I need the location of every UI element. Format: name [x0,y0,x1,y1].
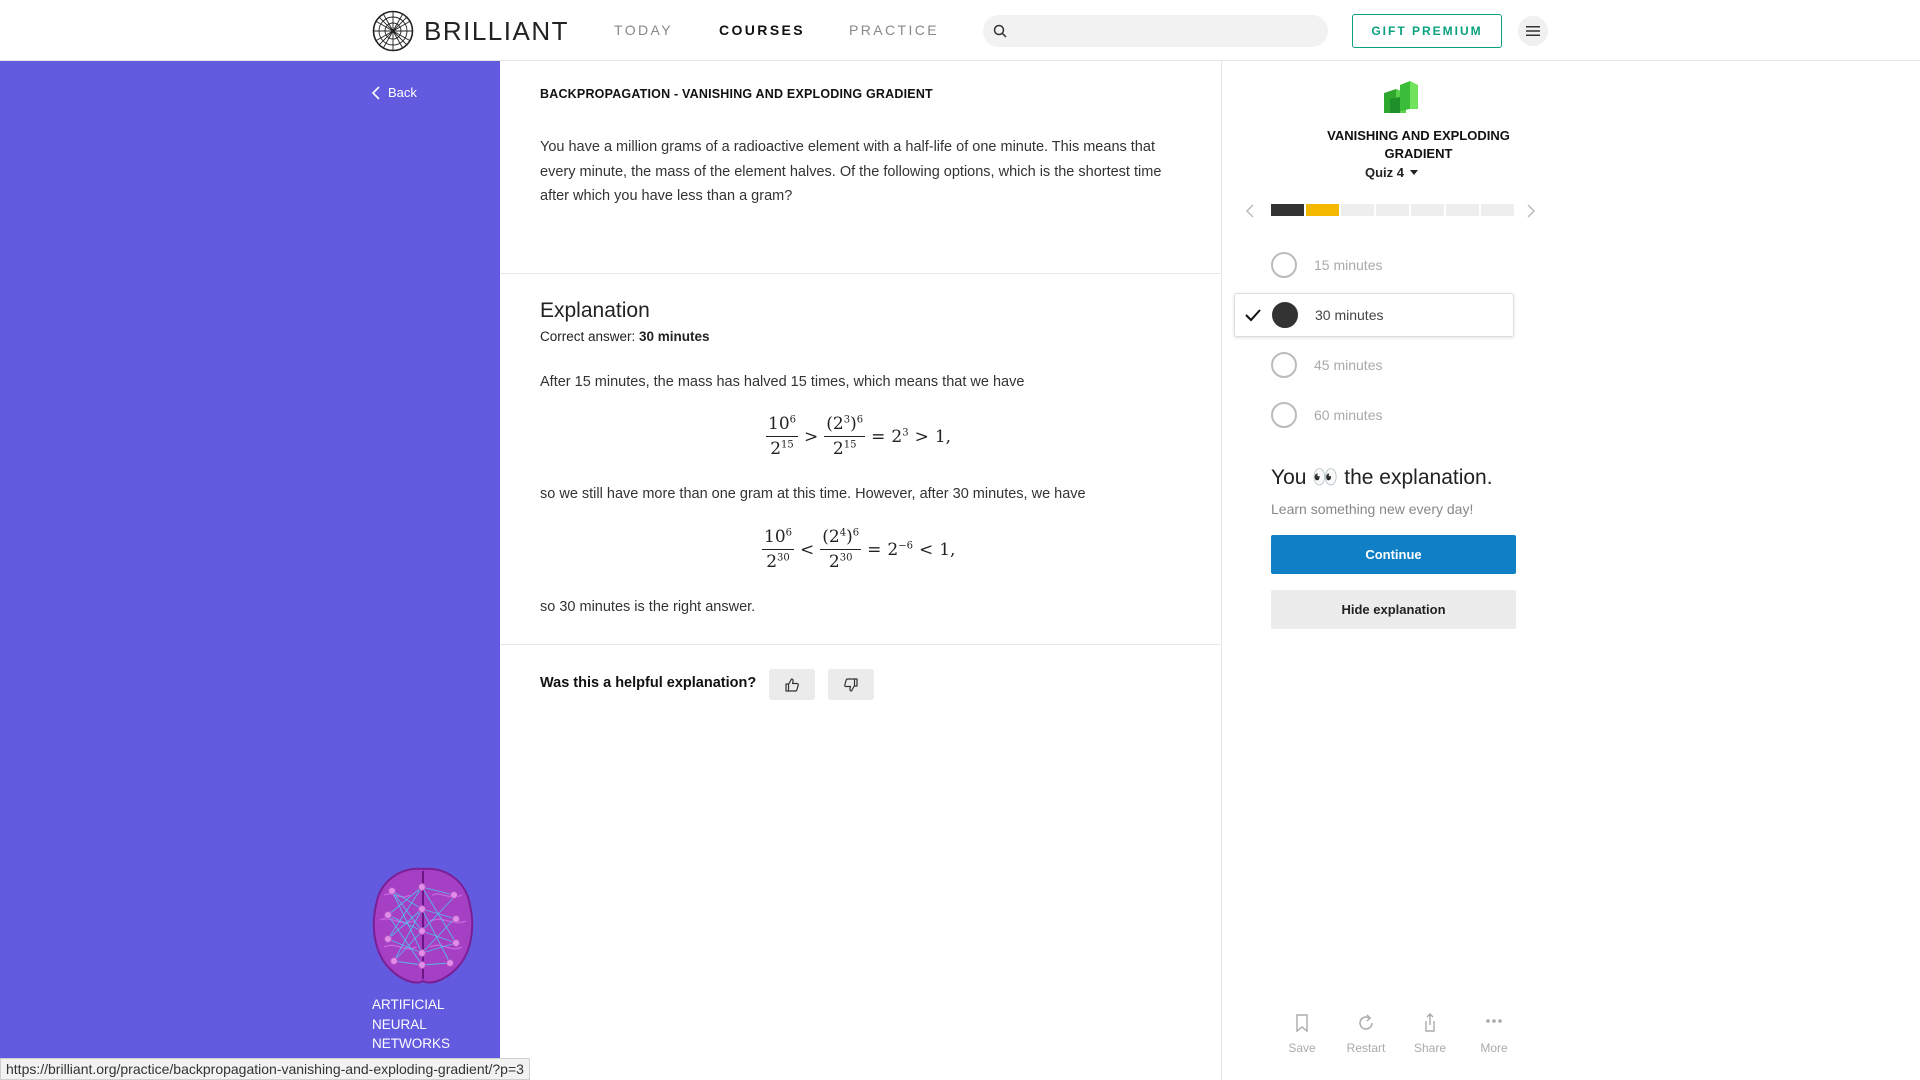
hide-explanation-button[interactable]: Hide explanation [1271,590,1516,629]
nav-today[interactable]: TODAY [614,22,673,38]
answer-option-30-minutes[interactable]: 30 minutes [1234,293,1514,337]
search-icon [993,24,1007,38]
progress-segment [1341,204,1374,216]
answer-option-60-minutes[interactable]: 60 minutes [1234,393,1514,437]
correct-answer-value: 30 minutes [639,329,710,344]
progress-segment [1446,204,1479,216]
quiz-progress-bar [1271,204,1514,216]
problem-text: You have a million grams of a radioactiv… [540,139,1162,204]
course-title[interactable]: ARTIFICIAL NEURAL NETWORKS [372,995,492,1054]
explanation-heading: Explanation [540,299,650,322]
quiz-title: VANISHING AND EXPLODING GRADIENT [1327,128,1510,161]
answer-option-45-minutes[interactable]: 45 minutes [1234,343,1514,387]
equation-1: 106 215 > (23)6 215 = 23 >1, [766,414,952,459]
continue-button[interactable]: Continue [1271,535,1516,574]
action-label: Share [1413,1041,1447,1055]
thumbs-up-icon [785,677,799,692]
chevron-left-icon[interactable] [1245,204,1255,218]
chevron-right-icon[interactable] [1526,204,1536,218]
answer-label: 30 minutes [1315,307,1384,323]
radio-button[interactable] [1271,402,1297,428]
progress-segment [1271,204,1304,216]
nav-courses[interactable]: COURSES [719,22,805,38]
radio-button[interactable] [1272,302,1298,328]
course-sidebar: Back ARTIFICIAL NEURAL NETWORKS [0,61,500,1080]
learn-tagline: Learn something new every day! [1271,501,1474,517]
radio-button[interactable] [1271,252,1297,278]
divider [500,644,1222,645]
search-input[interactable] [983,15,1328,47]
more-button[interactable]: More [1464,1011,1524,1055]
radio-button[interactable] [1271,352,1297,378]
bookmark-icon [1296,1014,1308,1033]
eyes-emoji-icon: 👀 [1312,466,1339,489]
quiz-selector[interactable]: Quiz 4 [1365,165,1419,180]
neural-brain-illustration [372,867,474,984]
action-label: Restart [1346,1041,1386,1055]
link-status-bar: https://brilliant.org/practice/backpropa… [0,1058,530,1080]
brilliant-logo[interactable]: BRILLIANT [372,10,569,52]
hamburger-menu-button[interactable] [1518,16,1548,46]
back-label: Back [388,85,417,100]
thumbs-down-button[interactable] [828,669,874,700]
divider [500,273,1222,274]
gift-premium-button[interactable]: GIFT PREMIUM [1352,14,1502,48]
explanation-paragraph-2: so we still have more than one gram at t… [540,486,1086,502]
correct-answer: Correct answer: 30 minutes [540,329,710,344]
brilliant-logo-icon [372,10,414,52]
equation-2: 106 230 < (24)6 230 = 2−6 <1, [762,527,956,572]
save-button[interactable]: Save [1272,1011,1332,1055]
answer-label: 45 minutes [1314,357,1383,373]
thumbs-down-icon [844,677,858,692]
status-text: the explanation. [1344,466,1493,489]
top-navbar: BRILLIANT TODAY COURSES PRACTICE GIFT PR… [0,0,1920,61]
answer-option-15-minutes[interactable]: 15 minutes [1234,243,1514,287]
progress-segment [1306,204,1339,216]
back-link[interactable]: Back [372,85,417,100]
quiz-panel: VANISHING AND EXPLODING GRADIENT Quiz 4 … [1222,61,1920,1080]
explanation-status: You 👀 the explanation. [1271,466,1493,490]
status-text: You [1271,466,1307,489]
quiz-label: Quiz 4 [1365,165,1405,180]
problem-title: BACKPROPAGATION - VANISHING AND EXPLODIN… [540,87,933,101]
answer-label: 15 minutes [1314,257,1383,273]
problem-panel: BACKPROPAGATION - VANISHING AND EXPLODIN… [500,61,1222,1080]
quiz-cubes-icon [1384,81,1418,113]
progress-segment [1411,204,1444,216]
action-label: Save [1288,1041,1316,1055]
explanation-paragraph-3: so 30 minutes is the right answer. [540,599,756,615]
more-icon [1486,1019,1502,1023]
thumbs-up-button[interactable] [769,669,815,700]
caret-down-icon [1410,170,1419,175]
nav-practice[interactable]: PRACTICE [849,22,939,38]
chevron-left-icon [372,85,380,100]
checkmark-icon [1245,309,1261,322]
restart-icon [1359,1014,1373,1030]
helpful-question: Was this a helpful explanation? [540,675,757,691]
explanation-paragraph-1: After 15 minutes, the mass has halved 15… [540,374,1025,390]
action-label: More [1480,1041,1508,1055]
answer-label: 60 minutes [1314,407,1383,423]
restart-button[interactable]: Restart [1336,1011,1396,1055]
correct-answer-prefix: Correct answer: [540,329,640,344]
menu-icon [1526,26,1540,36]
brand-name: BRILLIANT [424,15,569,46]
progress-segment [1376,204,1409,216]
share-icon [1425,1013,1435,1032]
progress-segment [1481,204,1514,216]
share-button[interactable]: Share [1400,1011,1460,1055]
